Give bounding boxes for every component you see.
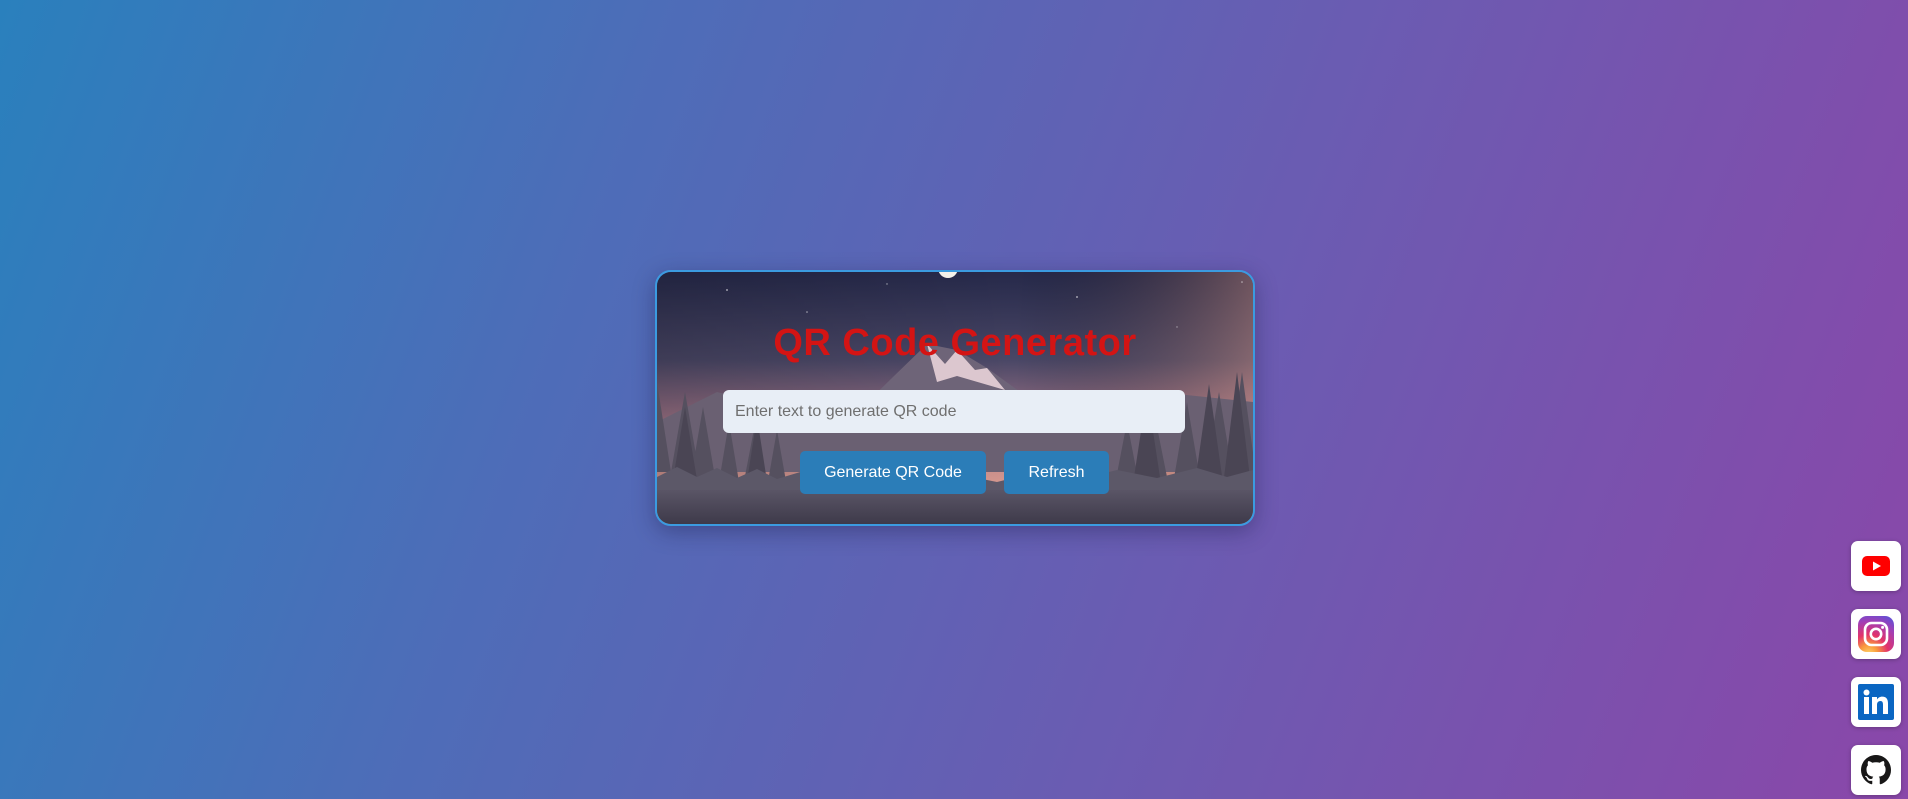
linkedin-link[interactable] xyxy=(1851,677,1901,727)
qr-text-input[interactable] xyxy=(723,390,1185,433)
github-icon xyxy=(1861,755,1891,785)
instagram-link[interactable] xyxy=(1851,609,1901,659)
youtube-link[interactable] xyxy=(1851,541,1901,591)
instagram-icon xyxy=(1858,616,1894,652)
github-link[interactable] xyxy=(1851,745,1901,795)
linkedin-icon xyxy=(1858,684,1894,720)
refresh-button[interactable]: Refresh xyxy=(1004,451,1109,494)
generate-qr-button[interactable]: Generate QR Code xyxy=(800,451,986,494)
qr-generator-card: QR Code Generator Generate QR Code Refre… xyxy=(655,270,1255,526)
page-title: QR Code Generator xyxy=(773,322,1137,364)
youtube-icon xyxy=(1862,556,1890,576)
card-content: QR Code Generator Generate QR Code Refre… xyxy=(657,272,1253,524)
